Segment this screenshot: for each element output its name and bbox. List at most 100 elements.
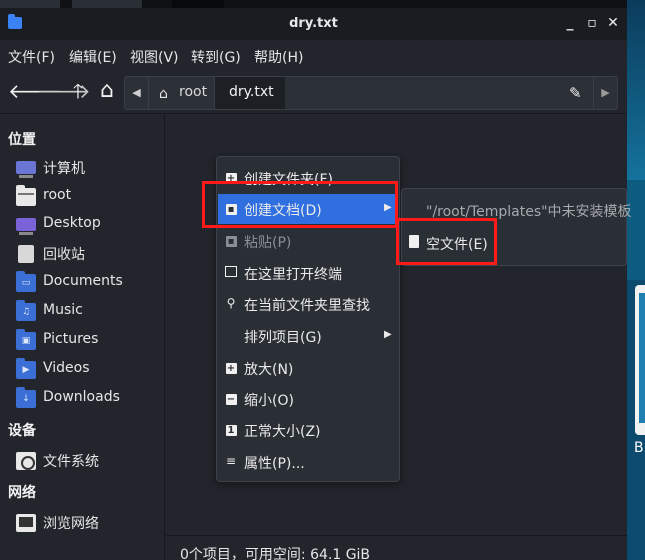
edit-location-icon[interactable]: ✎ [569, 84, 582, 102]
path-scroll-left-button[interactable]: ◀ [125, 77, 149, 109]
zoom-in-glyph: + [225, 363, 237, 374]
maximize-button[interactable]: ▫ [582, 13, 602, 33]
no-templates-hint: "/root/Templates"中未安装模板 [426, 204, 632, 220]
close-button[interactable]: ✕ [603, 13, 623, 33]
home-icon[interactable]: ⌂ [96, 80, 118, 102]
menu-item-label: 属性(P)... [244, 456, 305, 472]
menu-item-arrange-items[interactable]: 排列项目(G) ▶ [218, 321, 398, 351]
sidebar-item-downloads[interactable]: ↓ Downloads [16, 386, 164, 412]
sidebar-item-label: 计算机 [43, 161, 85, 177]
sidebar-item-trash[interactable]: 回收站 [16, 241, 164, 267]
menu-item-empty-file[interactable]: 空文件(E) [404, 229, 494, 257]
breadcrumb-current[interactable]: dry.txt [215, 77, 285, 109]
paste-icon: ▪ [225, 234, 237, 247]
up-arrow-icon[interactable]: 🡑 [67, 80, 89, 102]
music-folder-icon: ♫ [16, 300, 36, 321]
menu-item-label: 放大(N) [244, 362, 294, 378]
menu-item-open-terminal[interactable]: 在这里打开终端 [218, 258, 398, 288]
menu-item-find-in-folder[interactable]: ⚲ 在当前文件夹里查找 [218, 289, 398, 319]
sidebar-item-label: Downloads [43, 389, 120, 405]
status-bar: 0个项目，可用空间: 64.1 GiB [166, 535, 627, 560]
desktop-wallpaper-top [627, 0, 645, 180]
panel-block [0, 0, 60, 8]
sidebar-item-label: Pictures [43, 331, 99, 347]
panel-block [72, 0, 142, 8]
search-icon: ⚲ [226, 296, 236, 310]
sidebar-item-videos[interactable]: ▶ Videos [16, 357, 164, 383]
zoom-normal-glyph: 1 [225, 425, 237, 436]
sidebar-heading-devices: 设备 [8, 423, 36, 439]
music-glyph: ♫ [21, 307, 31, 317]
menu-item-zoom-out[interactable]: − 缩小(O) [218, 384, 398, 414]
create-document-submenu: "/root/Templates"中未安装模板 空文件(E) [401, 188, 632, 266]
zoom-out-glyph: − [225, 394, 237, 405]
sidebar-item-filesystem[interactable]: 文件系统 [16, 448, 164, 474]
desktop-background: B [627, 0, 645, 560]
desktop-icon[interactable] [635, 285, 645, 435]
pictures-glyph: ▣ [21, 336, 31, 346]
back-arrow-icon[interactable]: 🡐 [8, 80, 62, 102]
home-icon: ⌂ [159, 86, 168, 102]
sidebar-item-music[interactable]: ♫ Music [16, 299, 164, 325]
sidebar-item-root[interactable]: root [16, 184, 164, 210]
sidebar-item-label: 文件系统 [43, 454, 99, 470]
downloads-folder-icon: ↓ [16, 387, 36, 408]
context-menu: + 创建文件夹(F) ▪ 创建文档(D) ▶ ▪ 粘贴(P) 在这里打开终端 ⚲… [216, 156, 400, 482]
toolbar: 🡐 🡒 🡑 ⌂ ◀ ⌂ root dry.txt ✎ ▶ [0, 70, 627, 114]
menu-item-normal-size[interactable]: 1 正常大小(Z) [218, 415, 398, 445]
documents-glyph: ▭ [21, 278, 31, 288]
zoom-normal-icon: 1 [225, 423, 237, 436]
drive-icon [16, 452, 36, 470]
breadcrumb-label: dry.txt [229, 84, 274, 100]
downloads-glyph: ↓ [22, 394, 30, 404]
menu-item-label: 粘贴(P) [244, 235, 292, 251]
menu-help[interactable]: 帮助(H) [254, 47, 303, 67]
menu-item-create-folder[interactable]: + 创建文件夹(F) [218, 163, 398, 193]
titlebar[interactable]: dry.txt _ ▫ ✕ [0, 8, 627, 40]
menu-item-label: 排列项目(G) [244, 330, 322, 346]
menu-view[interactable]: 视图(V) [130, 47, 179, 67]
trash-icon [18, 245, 34, 263]
sidebar-item-browse-network[interactable]: 浏览网络 [16, 510, 164, 536]
path-bar: ◀ ⌂ root dry.txt ✎ ▶ [124, 76, 618, 110]
new-document-icon: ▪ [225, 202, 237, 215]
panel-block [172, 0, 224, 8]
sidebar-item-label: 回收站 [43, 247, 85, 263]
minimize-button[interactable]: _ [560, 13, 580, 33]
videos-glyph: ▶ [22, 365, 30, 375]
forward-arrow-icon[interactable]: 🡒 [37, 80, 91, 102]
new-folder-glyph: + [225, 173, 237, 184]
sidebar-item-computer[interactable]: 计算机 [16, 155, 164, 181]
videos-folder-icon: ▶ [16, 358, 36, 379]
menu-item-create-document[interactable]: ▪ 创建文档(D) ▶ [218, 194, 398, 224]
menu-item-label: 缩小(O) [244, 393, 294, 409]
new-document-glyph: ▪ [225, 204, 237, 215]
menu-item-properties[interactable]: ≡ 属性(P)... [218, 447, 398, 477]
menu-edit[interactable]: 编辑(E) [69, 47, 117, 67]
menu-item-paste[interactable]: ▪ 粘贴(P) [218, 226, 398, 256]
desktop-folder-icon [16, 218, 36, 235]
menu-file[interactable]: 文件(F) [8, 47, 55, 67]
sidebar-item-documents[interactable]: ▭ Documents [16, 270, 164, 296]
submenu-arrow-icon: ▶ [384, 329, 392, 340]
breadcrumb-root[interactable]: ⌂ root [149, 77, 215, 109]
menu-item-label: 正常大小(Z) [244, 424, 321, 440]
terminal-icon [225, 266, 237, 279]
desktop-icon-label: B [634, 440, 644, 456]
menu-go[interactable]: 转到(G) [191, 47, 241, 67]
submenu-arrow-icon: ▶ [384, 202, 392, 213]
menu-item-label: 空文件(E) [426, 237, 488, 253]
sidebar-item-desktop[interactable]: Desktop [16, 212, 164, 238]
menu-item-zoom-in[interactable]: + 放大(N) [218, 353, 398, 383]
menu-item-label: 创建文档(D) [244, 203, 322, 219]
menu-item-label: 在这里打开终端 [244, 267, 342, 283]
menu-item-label: 创建文件夹(F) [244, 172, 333, 188]
computer-icon [16, 161, 36, 178]
empty-file-icon [409, 235, 419, 248]
sidebar-item-pictures[interactable]: ▣ Pictures [16, 328, 164, 354]
sidebar-item-label: Music [43, 302, 83, 318]
path-scroll-right-button[interactable]: ▶ [593, 77, 617, 109]
menubar: 文件(F) 编辑(E) 视图(V) 转到(G) 帮助(H) [0, 40, 627, 70]
sidebar-heading-places: 位置 [8, 132, 36, 148]
zoom-out-icon: − [225, 392, 237, 405]
